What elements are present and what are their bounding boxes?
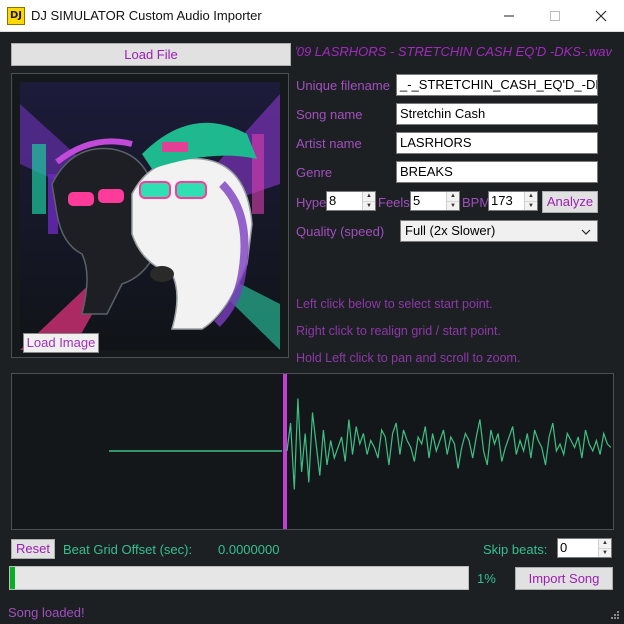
import-song-button[interactable]: Import Song	[515, 567, 613, 590]
hype-value: 8	[329, 193, 337, 208]
album-art-image	[20, 82, 280, 350]
decrement-icon[interactable]: ▼	[599, 548, 611, 557]
bpm-label: BPM	[462, 195, 491, 210]
skip-beats-value: 0	[560, 540, 568, 555]
file-path: sic/09 LASRHORS - STRETCHIN CASH EQ'D -D…	[296, 44, 612, 59]
minimize-icon	[504, 15, 514, 17]
feels-label: Feels	[378, 195, 410, 210]
quality-select[interactable]: Full (2x Slower)	[400, 220, 598, 242]
waveform-line	[286, 398, 612, 490]
decrement-icon[interactable]: ▼	[447, 201, 459, 210]
start-marker	[283, 374, 287, 529]
artist-name-label: Artist name	[296, 136, 362, 151]
increment-icon[interactable]: ▲	[599, 539, 611, 548]
instruction-line: Hold Left click to pan and scroll to zoo…	[296, 351, 521, 365]
artist-name-field[interactable]: LASRHORS	[396, 132, 598, 154]
load-file-button[interactable]: Load File	[11, 43, 291, 66]
bpm-value: 173	[491, 193, 513, 208]
beat-grid-offset-label: Beat Grid Offset (sec):	[63, 542, 193, 557]
increment-icon[interactable]: ▲	[525, 192, 537, 201]
song-name-field[interactable]: Stretchin Cash	[396, 103, 598, 125]
app-icon: DJ	[7, 7, 25, 25]
feels-value: 5	[413, 193, 421, 208]
analyze-button[interactable]: Analyze	[542, 191, 598, 213]
file-path-text: sic/09 LASRHORS - STRETCHIN CASH EQ'D -D…	[296, 44, 612, 59]
increment-icon[interactable]: ▲	[447, 192, 459, 201]
minimize-button[interactable]	[486, 0, 532, 31]
skip-beats-label: Skip beats:	[483, 542, 548, 557]
decrement-icon[interactable]: ▼	[363, 201, 375, 210]
reset-button[interactable]: Reset	[11, 539, 55, 559]
close-button[interactable]	[578, 0, 624, 31]
increment-icon[interactable]: ▲	[363, 192, 375, 201]
unique-filename-field[interactable]: _-_STRETCHIN_CASH_EQ'D_-DKS-	[396, 74, 598, 96]
beat-grid-offset-value: 0.0000000	[218, 542, 280, 557]
window-title: DJ SIMULATOR Custom Audio Importer	[31, 8, 262, 23]
unique-filename-label: Unique filename	[296, 78, 390, 93]
album-art[interactable]: Load Image	[11, 73, 289, 358]
resize-grip-icon[interactable]	[610, 610, 620, 620]
feels-stepper[interactable]: 5 ▲ ▼	[410, 191, 460, 211]
decrement-icon[interactable]: ▼	[525, 201, 537, 210]
quality-label: Quality (speed)	[296, 224, 385, 239]
hype-label: Hype	[296, 195, 327, 210]
maximize-icon	[550, 11, 560, 21]
genre-field[interactable]: BREAKS	[396, 161, 598, 183]
close-icon	[595, 10, 607, 22]
quality-selected: Full (2x Slower)	[405, 223, 496, 238]
skip-beats-stepper[interactable]: 0 ▲ ▼	[557, 538, 612, 558]
chevron-down-icon	[581, 229, 591, 235]
hype-stepper[interactable]: 8 ▲ ▼	[326, 191, 376, 211]
instruction-line: Right click to realign grid / start poin…	[296, 324, 501, 338]
progress-fill	[10, 567, 15, 589]
load-image-button[interactable]: Load Image	[23, 333, 99, 353]
title-bar: DJ DJ SIMULATOR Custom Audio Importer	[0, 0, 624, 32]
song-name-label: Song name	[296, 107, 363, 122]
maximize-button[interactable]	[532, 0, 578, 31]
progress-percent: 1%	[477, 571, 496, 586]
waveform-panel[interactable]	[11, 373, 614, 530]
status-text: Song loaded!	[8, 605, 85, 620]
bpm-stepper[interactable]: 173 ▲ ▼	[488, 191, 538, 211]
genre-label: Genre	[296, 165, 333, 180]
instruction-line: Left click below to select start point.	[296, 297, 493, 311]
import-progress-bar	[9, 566, 469, 590]
waveform-plot	[109, 374, 612, 529]
